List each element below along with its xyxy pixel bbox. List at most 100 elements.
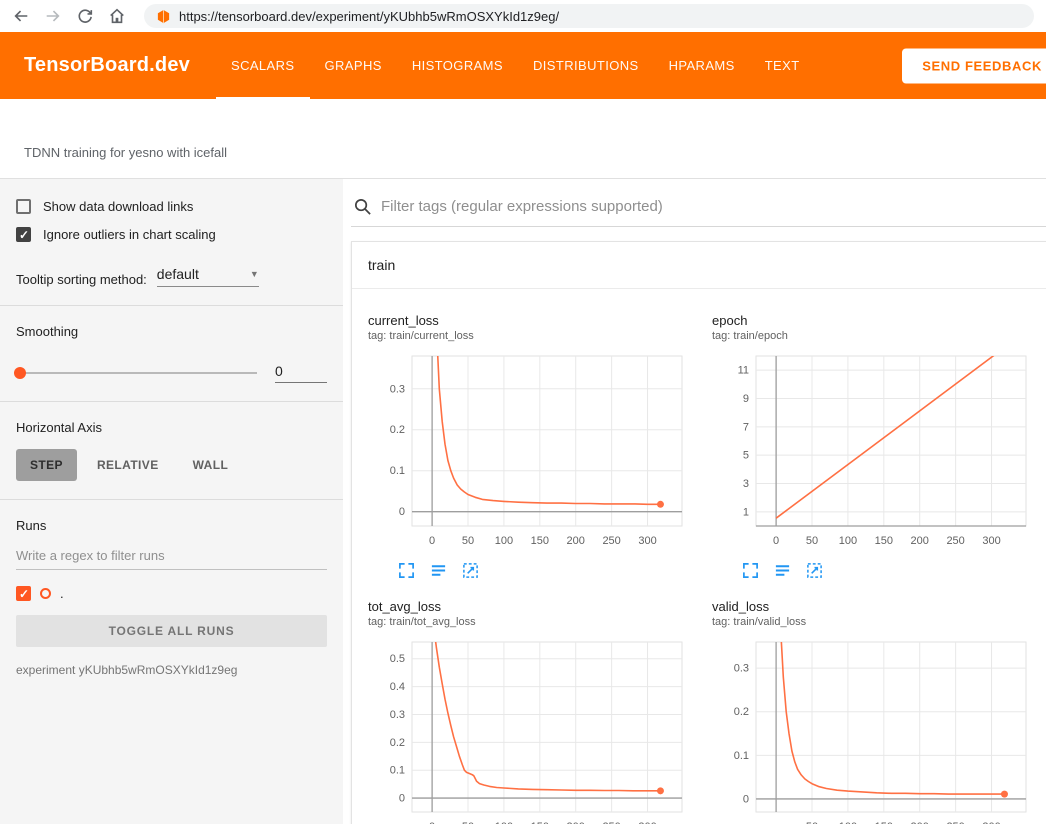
runs-filter-input[interactable] bbox=[16, 541, 327, 570]
svg-text:0.4: 0.4 bbox=[390, 681, 405, 693]
toggle-all-runs-button[interactable]: TOGGLE ALL RUNS bbox=[16, 615, 327, 647]
tab-graphs[interactable]: GRAPHS bbox=[310, 32, 397, 99]
svg-text:150: 150 bbox=[531, 535, 549, 547]
fit-domain-icon[interactable] bbox=[806, 562, 823, 579]
tab-scalars[interactable]: SCALARS bbox=[216, 32, 310, 99]
experiment-title: TDNN training for yesno with icefall bbox=[24, 145, 227, 160]
line-chart-current-loss[interactable]: 00.10.20.3050100150200250300 bbox=[368, 348, 692, 552]
svg-text:0.1: 0.1 bbox=[390, 465, 405, 477]
run-name: . bbox=[60, 586, 64, 601]
chart-card-valid-loss: valid_loss tag: train/valid_loss 00.10.2… bbox=[700, 585, 1044, 824]
divider bbox=[0, 305, 343, 306]
chart-tag: tag: train/epoch bbox=[712, 330, 1044, 342]
tensorboard-favicon bbox=[156, 9, 171, 24]
experiment-title-strip: TDNN training for yesno with icefall bbox=[0, 99, 1046, 178]
horizontal-axis-buttons: STEP RELATIVE WALL bbox=[16, 449, 327, 481]
svg-text:0.2: 0.2 bbox=[734, 706, 749, 718]
svg-text:0.1: 0.1 bbox=[734, 750, 749, 762]
svg-text:0: 0 bbox=[429, 535, 435, 547]
line-chart-valid-loss[interactable]: 00.10.20.350100150200250300 bbox=[712, 634, 1036, 824]
svg-text:3: 3 bbox=[743, 478, 749, 490]
search-icon bbox=[353, 197, 372, 216]
show-download-links-checkbox[interactable] bbox=[16, 199, 31, 214]
svg-text:50: 50 bbox=[462, 535, 474, 547]
tooltip-sorting-label: Tooltip sorting method: bbox=[16, 272, 147, 287]
horizontal-axis-label: Horizontal Axis bbox=[16, 420, 327, 435]
fit-domain-icon[interactable] bbox=[462, 562, 479, 579]
charts-grid: current_loss tag: train/current_loss 00.… bbox=[352, 289, 1046, 824]
back-icon[interactable] bbox=[12, 7, 30, 25]
runs-label: Runs bbox=[16, 518, 327, 533]
home-icon[interactable] bbox=[108, 7, 126, 25]
tag-filter-input[interactable] bbox=[381, 198, 1046, 215]
app-logo[interactable]: TensorBoard.dev bbox=[24, 54, 190, 77]
svg-text:100: 100 bbox=[495, 821, 513, 824]
line-chart-epoch[interactable]: 1357911050100150200250300 bbox=[712, 348, 1036, 552]
chart-card-epoch: epoch tag: train/epoch 13579110501001502… bbox=[700, 299, 1044, 585]
smoothing-slider-thumb[interactable] bbox=[14, 367, 26, 379]
svg-text:250: 250 bbox=[946, 821, 964, 824]
app-header: TensorBoard.dev SCALARS GRAPHS HISTOGRAM… bbox=[0, 32, 1046, 99]
line-chart-tot-avg-loss[interactable]: 00.10.20.30.40.5050100150200250300 bbox=[368, 634, 692, 824]
svg-text:150: 150 bbox=[875, 535, 893, 547]
run-color-swatch bbox=[40, 588, 51, 599]
chart-title: valid_loss bbox=[712, 599, 1044, 614]
smoothing-slider[interactable] bbox=[16, 372, 257, 374]
forward-icon[interactable] bbox=[44, 7, 62, 25]
svg-text:150: 150 bbox=[531, 821, 549, 824]
axis-wall-button[interactable]: WALL bbox=[179, 449, 243, 481]
reload-icon[interactable] bbox=[76, 7, 94, 25]
tooltip-sorting-value: default bbox=[157, 266, 199, 282]
svg-text:0: 0 bbox=[773, 535, 779, 547]
svg-text:200: 200 bbox=[911, 821, 929, 824]
divider bbox=[0, 499, 343, 500]
chart-title: tot_avg_loss bbox=[368, 599, 700, 614]
tab-histograms[interactable]: HISTOGRAMS bbox=[397, 32, 518, 99]
svg-text:50: 50 bbox=[462, 821, 474, 824]
axis-relative-button[interactable]: RELATIVE bbox=[83, 449, 173, 481]
svg-text:11: 11 bbox=[738, 365, 749, 377]
experiment-id-text: experiment yKUbhb5wRmOSXYkId1z9eg bbox=[16, 663, 327, 677]
send-feedback-button[interactable]: SEND FEEDBACK bbox=[902, 48, 1046, 83]
tooltip-sorting-select[interactable]: default ▼ bbox=[157, 266, 259, 287]
data-table-icon[interactable] bbox=[430, 562, 447, 579]
svg-text:200: 200 bbox=[567, 535, 585, 547]
tooltip-sorting-row: Tooltip sorting method: default ▼ bbox=[16, 266, 327, 287]
svg-text:0.5: 0.5 bbox=[390, 653, 405, 665]
url-text: https://tensorboard.dev/experiment/yKUbh… bbox=[179, 9, 559, 24]
run-row[interactable]: . bbox=[16, 586, 327, 601]
ignore-outliers-row[interactable]: Ignore outliers in chart scaling bbox=[16, 227, 327, 242]
svg-text:300: 300 bbox=[982, 535, 1000, 547]
smoothing-value-field[interactable]: 0 bbox=[275, 363, 327, 383]
show-download-links-row[interactable]: Show data download links bbox=[16, 199, 327, 214]
smoothing-label: Smoothing bbox=[16, 324, 327, 339]
tab-text[interactable]: TEXT bbox=[750, 32, 815, 99]
chart-tag: tag: train/current_loss bbox=[368, 330, 700, 342]
svg-text:0.2: 0.2 bbox=[390, 424, 405, 436]
svg-text:100: 100 bbox=[839, 821, 857, 824]
ignore-outliers-checkbox[interactable] bbox=[16, 227, 31, 242]
fullscreen-icon[interactable] bbox=[742, 562, 759, 579]
svg-text:7: 7 bbox=[743, 421, 749, 433]
chevron-down-icon: ▼ bbox=[250, 269, 259, 279]
svg-text:0.3: 0.3 bbox=[390, 709, 405, 721]
svg-text:100: 100 bbox=[839, 535, 857, 547]
chart-tag: tag: train/valid_loss bbox=[712, 616, 1044, 628]
run-checkbox[interactable] bbox=[16, 586, 31, 601]
ignore-outliers-label: Ignore outliers in chart scaling bbox=[43, 227, 216, 242]
chart-toolbar bbox=[398, 562, 700, 579]
axis-step-button[interactable]: STEP bbox=[16, 449, 77, 481]
fullscreen-icon[interactable] bbox=[398, 562, 415, 579]
chart-title: epoch bbox=[712, 313, 1044, 328]
tab-distributions[interactable]: DISTRIBUTIONS bbox=[518, 32, 654, 99]
chart-card-current-loss: current_loss tag: train/current_loss 00.… bbox=[356, 299, 700, 585]
train-section-header[interactable]: train bbox=[352, 242, 1046, 289]
svg-text:250: 250 bbox=[602, 535, 620, 547]
tab-hparams[interactable]: HPARAMS bbox=[654, 32, 750, 99]
settings-sidebar: Show data download links Ignore outliers… bbox=[0, 179, 343, 824]
svg-text:250: 250 bbox=[602, 821, 620, 824]
data-table-icon[interactable] bbox=[774, 562, 791, 579]
address-bar[interactable]: https://tensorboard.dev/experiment/yKUbh… bbox=[144, 4, 1034, 28]
tag-filter-bar[interactable] bbox=[351, 191, 1046, 227]
svg-text:0.3: 0.3 bbox=[390, 383, 405, 395]
